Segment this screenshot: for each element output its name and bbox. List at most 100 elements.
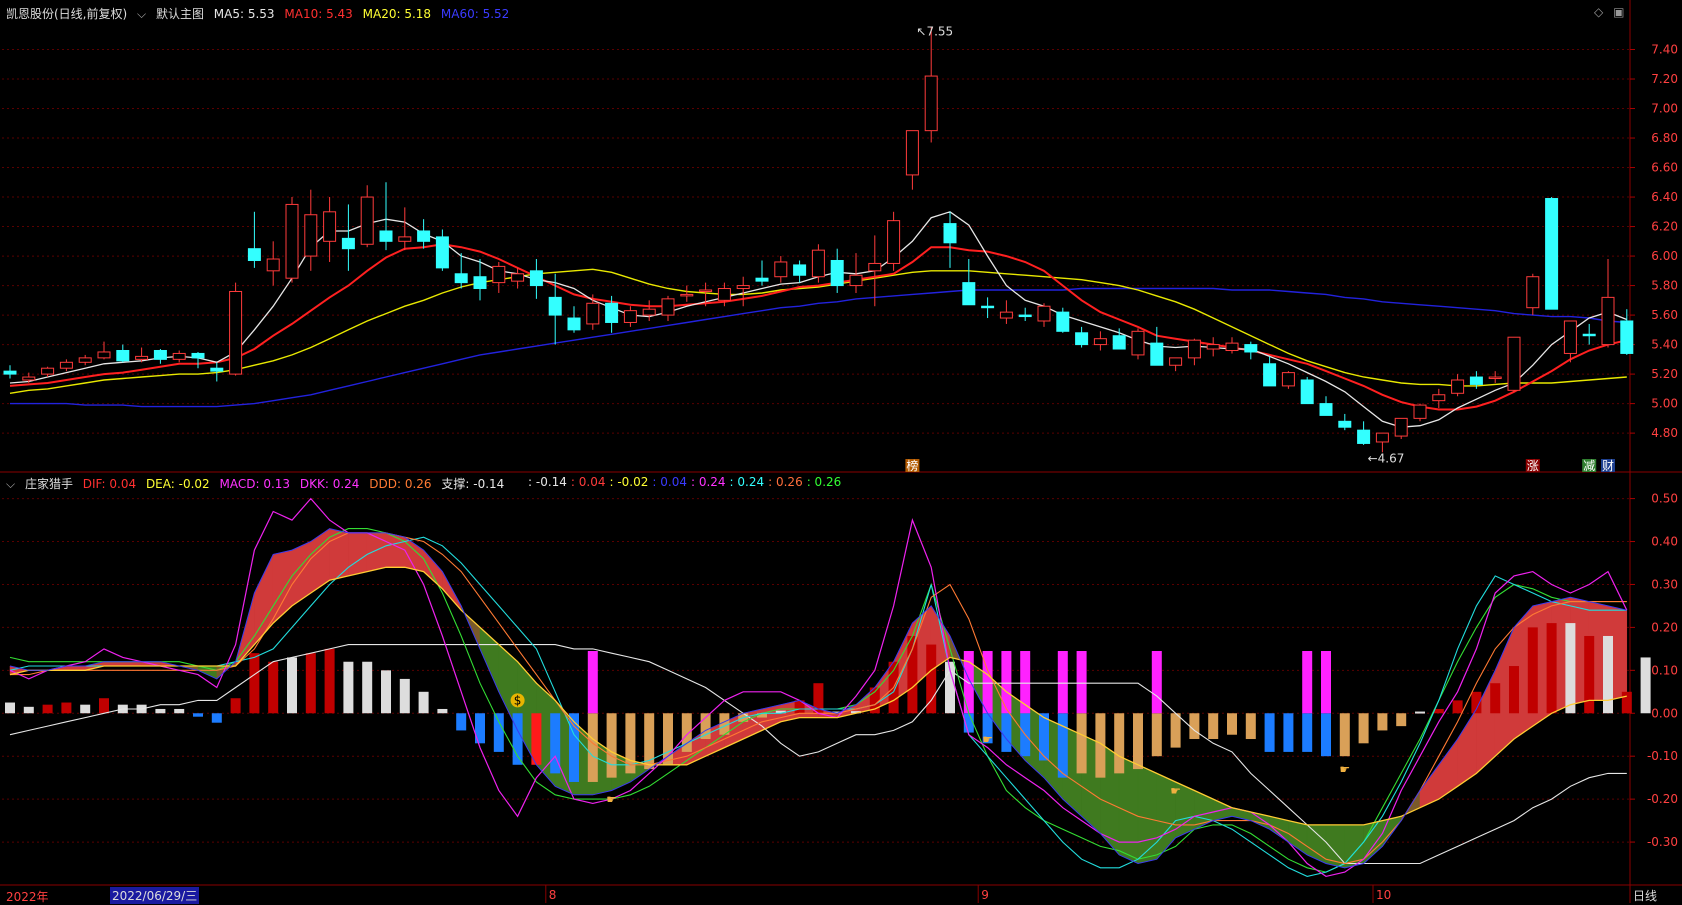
macd-bar (1396, 713, 1407, 727)
dif-dea-fill (385, 532, 406, 568)
macd-bar (1245, 713, 1256, 740)
candle-body (1601, 296, 1615, 346)
price-tick-label: 6.60 (1651, 161, 1678, 175)
candle-body (830, 259, 844, 287)
candle-body (1056, 311, 1070, 332)
macd-bar (1133, 713, 1143, 770)
candle-body (661, 298, 675, 316)
stock-chart[interactable]: 4.80 5.00 5.20 5.40 5.60 5.80 6.00 6.20 6.40 6.60… (0, 0, 1682, 903)
chevron-down-icon[interactable]: ⌵ (137, 7, 146, 21)
price-tick-label: 7.20 (1651, 72, 1678, 86)
indicator-panel-header: ⌵ 庄家猎手 DIF: 0.04 DEA: -0.02 MACD: 0.13 D… (6, 475, 510, 492)
candle-body (1263, 363, 1277, 387)
candle-body (1357, 429, 1371, 444)
candle-body (210, 367, 224, 372)
event-marker-label: 财 (1602, 459, 1614, 473)
macd-bar (1189, 713, 1200, 740)
macd-bar (80, 704, 91, 714)
price-tick-label: 4.80 (1651, 426, 1678, 440)
price-panel-header: 凯恩股份(日线,前复权) ⌵ 默认主图 MA5: 5.53 MA10: 5.43… (6, 5, 515, 22)
macd-bar (569, 713, 579, 782)
indicator-tick-label: -0.10 (1647, 749, 1678, 763)
candle-body (1187, 339, 1201, 359)
candle-body (793, 264, 807, 276)
dif-dea-fill (272, 549, 293, 624)
month-label: 9 (981, 888, 989, 902)
dif-dea-fill (348, 532, 368, 577)
dif-dea-fill (1288, 820, 1308, 856)
macd-bar (61, 702, 72, 714)
candle-body (417, 230, 431, 242)
candle-body (1206, 344, 1220, 350)
indicator-readout: : -0.14: 0.04: -0.02: 0.04: 0.24: 0.24: … (528, 475, 845, 489)
main-chart-label[interactable]: 默认主图 (156, 7, 204, 21)
candle-body (1469, 376, 1483, 385)
candle-body (1394, 417, 1408, 437)
candle-body (1037, 305, 1051, 322)
candle-body (1244, 344, 1258, 353)
dif-dea-fill (366, 532, 387, 572)
indicator-tick-label: 0.10 (1651, 663, 1678, 677)
macd-label: MACD: 0.13 (219, 477, 291, 491)
candle-body (153, 349, 167, 360)
macd-bar (23, 706, 34, 714)
candle-body (1432, 394, 1446, 402)
chevron-down-icon[interactable]: ⌵ (6, 477, 15, 491)
candle-body (398, 236, 412, 242)
hand-pointer-icon: ☛ (982, 732, 993, 746)
ma60-label: MA60: 5.52 (440, 7, 510, 21)
candle-body (1488, 376, 1502, 380)
macd-bar (1565, 623, 1576, 714)
readout-value: : 0.04 (570, 475, 606, 489)
macd-bar (174, 708, 185, 714)
macd-bar (1151, 713, 1162, 757)
panel-close-icon[interactable]: ▣ (1613, 5, 1624, 19)
dif-dea-fill (1194, 790, 1214, 830)
macd-bar (1039, 713, 1049, 761)
month-label: 8 (549, 888, 557, 902)
indicator-name-label[interactable]: 庄家猎手 (25, 477, 73, 491)
price-tick-label: 5.80 (1651, 279, 1678, 293)
candle-body (1225, 342, 1239, 351)
dif-dea-fill (310, 528, 330, 594)
candle-body (887, 220, 901, 264)
readout-value: : 0.26 (768, 475, 803, 489)
signal-bar (587, 651, 598, 714)
macd-bar (193, 713, 203, 717)
candle-body (774, 261, 788, 278)
macd-bar (324, 648, 335, 714)
macd-bar (1527, 627, 1538, 714)
stock-name-label: 凯恩股份(日线,前复权) (6, 7, 128, 21)
candle-body (285, 203, 299, 279)
macd-bar (1509, 666, 1519, 714)
month-label: 10 (1376, 888, 1391, 902)
price-tick-label: 5.60 (1651, 308, 1678, 322)
year-label: 2022年 (6, 890, 49, 904)
macd-bar (268, 661, 279, 714)
macd-bar (1321, 713, 1331, 757)
macd-bar (1227, 713, 1237, 735)
candle-body (341, 237, 355, 250)
candle-body (1281, 372, 1295, 387)
macd-bar (399, 678, 410, 714)
candle-body (529, 270, 543, 287)
macd-bar (1490, 683, 1501, 714)
macd-bar (211, 713, 222, 723)
diamond-icon[interactable]: ◇ (1594, 5, 1603, 19)
support-label: 支撑: -0.14 (441, 477, 505, 491)
indicator-tick-label: 0.00 (1651, 706, 1678, 720)
dea-label: DEA: -0.02 (145, 477, 210, 491)
candle-body (323, 211, 337, 242)
signal-bar (1076, 651, 1087, 714)
ma20-label: MA20: 5.18 (362, 7, 432, 21)
macd-bar (305, 653, 316, 714)
event-marker-label: 减 (1583, 459, 1595, 473)
macd-bar (1264, 713, 1275, 752)
candle-body (473, 276, 487, 290)
macd-bar (1621, 691, 1632, 714)
macd-bar (1208, 713, 1219, 740)
candle-body (97, 351, 111, 359)
period-button[interactable]: 日线 (1633, 887, 1657, 904)
candle-body (454, 273, 468, 284)
candle-body (135, 355, 149, 360)
